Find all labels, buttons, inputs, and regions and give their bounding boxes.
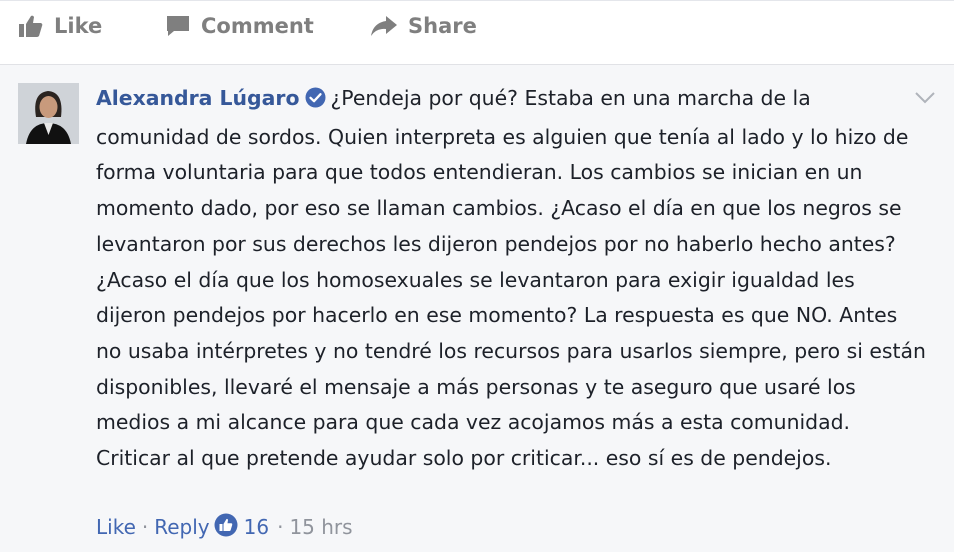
separator: · — [141, 515, 149, 539]
comment-options-button[interactable] — [914, 90, 936, 109]
avatar[interactable] — [18, 83, 79, 144]
speech-bubble-icon — [165, 14, 191, 38]
comment-author-link[interactable]: Alexandra Lúgaro — [96, 86, 299, 110]
comment-footer: Like · Reply 16 · 15 hrs — [96, 510, 353, 544]
comment-like-link[interactable]: Like — [96, 515, 136, 539]
like-reaction-icon[interactable] — [214, 513, 238, 542]
chevron-down-icon — [914, 90, 936, 109]
share-button[interactable]: Share — [370, 14, 477, 38]
comment-text: ¿Pendeja por qué? Estaba en una marcha d… — [96, 86, 926, 471]
separator: · — [277, 515, 284, 539]
comment-timestamp[interactable]: 15 hrs — [289, 515, 352, 539]
divider — [0, 0, 954, 1]
verified-badge-icon — [305, 84, 326, 120]
comment-reply-link[interactable]: Reply — [154, 515, 209, 539]
like-button[interactable]: Like — [18, 14, 102, 38]
share-label: Share — [408, 14, 477, 38]
comment-button[interactable]: Comment — [165, 14, 314, 38]
thumbs-up-icon — [18, 14, 44, 38]
comment: Alexandra Lúgaro ¿Pendeja por qué? Estaba… — [96, 81, 926, 477]
reaction-count[interactable]: 16 — [244, 515, 269, 539]
comment-label: Comment — [201, 14, 314, 38]
share-arrow-icon — [370, 14, 398, 38]
like-label: Like — [54, 14, 103, 38]
